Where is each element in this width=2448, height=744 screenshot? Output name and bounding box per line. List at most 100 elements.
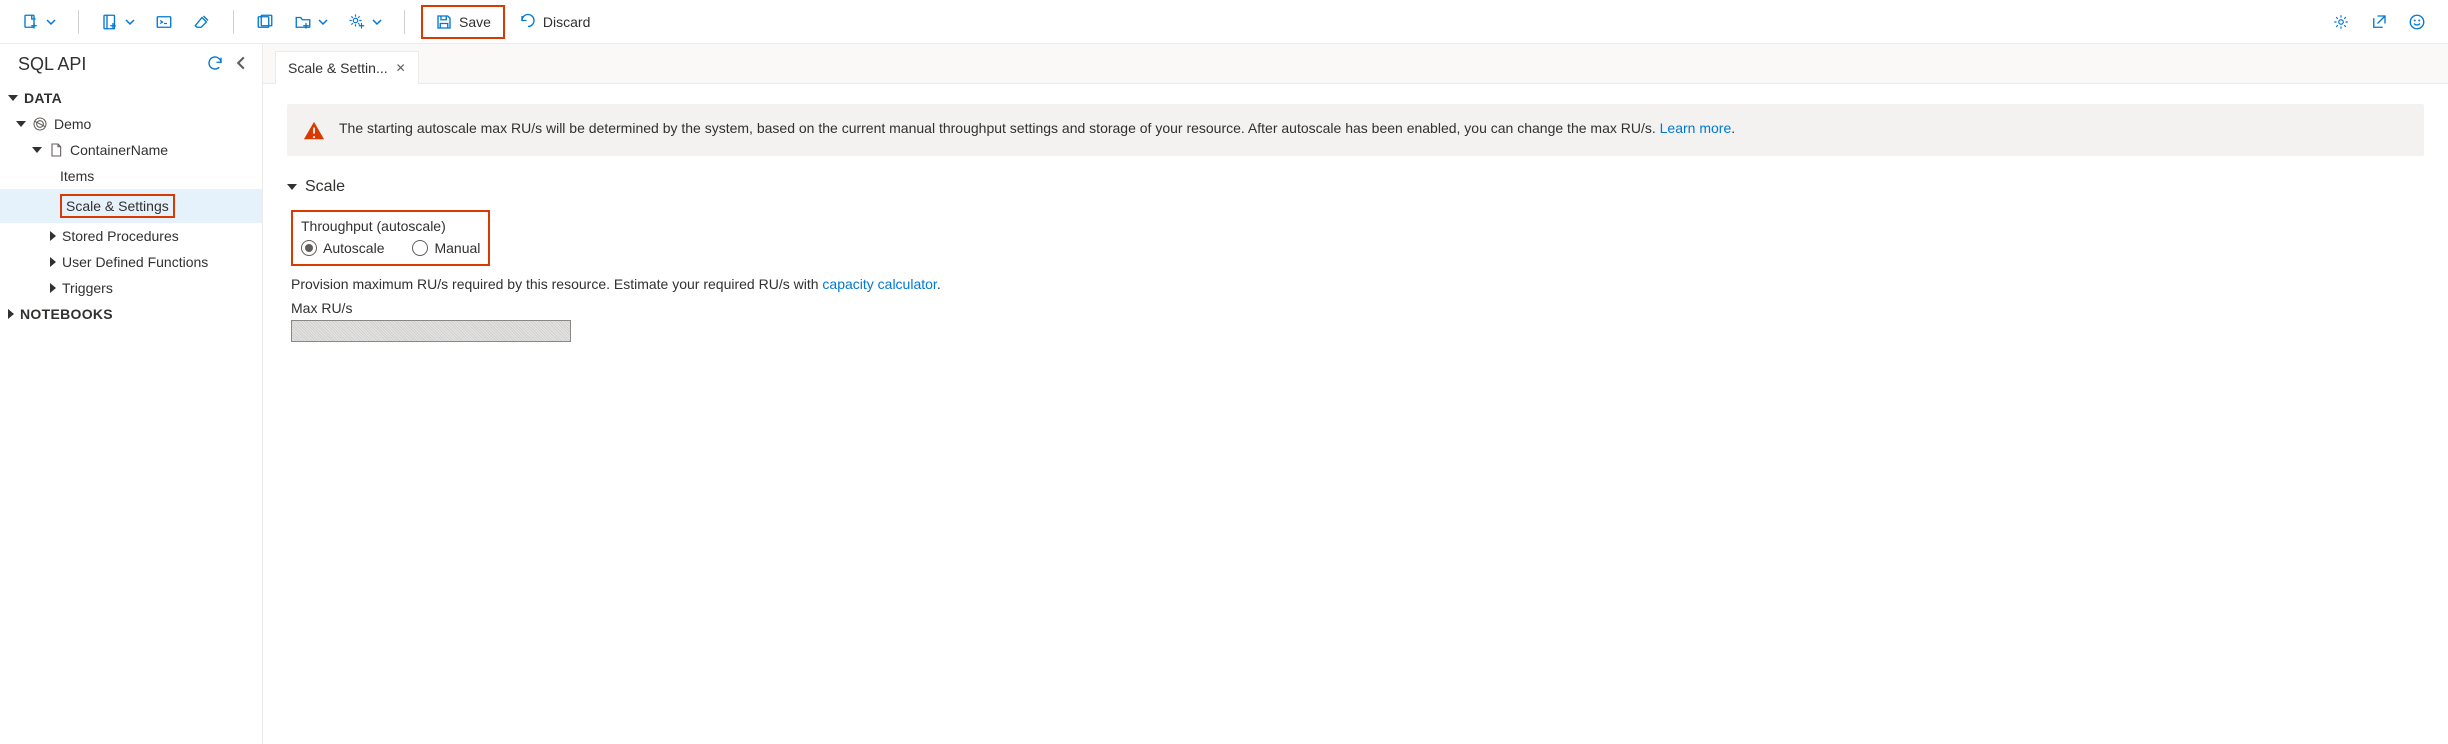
radio-icon (301, 240, 317, 256)
refresh-icon (206, 54, 224, 72)
save-label: Save (459, 14, 491, 30)
database-node[interactable]: Demo (0, 111, 262, 137)
radio-manual[interactable]: Manual (412, 240, 480, 256)
close-icon[interactable]: ✕ (396, 61, 406, 75)
notebooks-label: NOTEBOOKS (20, 306, 113, 322)
radio-manual-label: Manual (434, 240, 480, 256)
tab-label: Scale & Settin... (288, 60, 388, 76)
chevron-down-icon (318, 17, 328, 27)
new-database-button[interactable] (95, 9, 141, 35)
save-highlight: Save (421, 5, 505, 39)
folder-icon (294, 13, 312, 31)
desc-pre: Provision maximum RU/s required by this … (291, 276, 822, 292)
sp-label: Stored Procedures (62, 228, 179, 244)
scale-settings-node[interactable]: Scale & Settings (0, 189, 262, 223)
triggers-node[interactable]: Triggers (0, 275, 262, 301)
open-query-button[interactable] (149, 9, 179, 35)
caret-right-icon (50, 231, 56, 241)
sidebar: SQL API DATA Demo ContainerName (0, 44, 263, 744)
desc-post: . (937, 276, 941, 292)
popout-icon (2370, 13, 2388, 31)
popout-button[interactable] (2364, 9, 2394, 35)
resource-tree: DATA Demo ContainerName Items Scale & Se… (0, 85, 262, 744)
scale-header-label: Scale (305, 178, 345, 196)
info-banner: The starting autoscale max RU/s will be … (287, 104, 2424, 156)
gear-add-icon (348, 13, 366, 31)
discard-button[interactable]: Discard (513, 9, 596, 35)
separator (78, 10, 79, 34)
separator (233, 10, 234, 34)
save-button[interactable]: Save (429, 9, 497, 35)
document-icon (48, 142, 64, 158)
caret-down-icon (8, 95, 18, 101)
settings-button[interactable] (2326, 9, 2356, 35)
gear-icon (2332, 13, 2350, 31)
new-sql-query-button[interactable] (16, 9, 62, 35)
udf-node[interactable]: User Defined Functions (0, 249, 262, 275)
info-text: The starting autoscale max RU/s will be … (339, 118, 1735, 138)
caret-down-icon (32, 147, 42, 153)
new-item-icon (22, 13, 40, 31)
section-data[interactable]: DATA (0, 85, 262, 111)
items-label: Items (60, 168, 94, 184)
collapse-button[interactable] (232, 54, 250, 75)
main-area: SQL API DATA Demo ContainerName (0, 44, 2448, 744)
radio-icon (412, 240, 428, 256)
container-label: ContainerName (70, 142, 168, 158)
scale-section-header[interactable]: Scale (287, 178, 2424, 196)
items-node[interactable]: Items (0, 163, 262, 189)
radio-autoscale-label: Autoscale (323, 240, 384, 256)
chevron-left-icon (234, 56, 248, 70)
throughput-label: Throughput (autoscale) (301, 218, 480, 234)
discard-label: Discard (543, 14, 590, 30)
udf-label: User Defined Functions (62, 254, 208, 270)
chevron-down-icon (372, 17, 382, 27)
notebook-icon (101, 13, 119, 31)
sidebar-header: SQL API (0, 44, 262, 85)
stored-procedures-node[interactable]: Stored Procedures (0, 223, 262, 249)
caret-down-icon (16, 121, 26, 127)
max-rus-label: Max RU/s (291, 300, 2424, 316)
command-bar: Save Discard (0, 0, 2448, 44)
chevron-down-icon (46, 17, 56, 27)
radio-autoscale[interactable]: Autoscale (301, 240, 384, 256)
max-rus-input[interactable] (291, 320, 571, 342)
broom-icon (193, 13, 211, 31)
scale-settings-label: Scale & Settings (66, 198, 169, 214)
warning-icon (303, 120, 325, 142)
tab-scale-settings[interactable]: Scale & Settin... ✕ (275, 51, 419, 84)
section-label: DATA (24, 90, 62, 106)
provision-description: Provision maximum RU/s required by this … (291, 276, 2424, 292)
triggers-label: Triggers (62, 280, 113, 296)
refresh-button[interactable] (204, 52, 226, 77)
undo-icon (519, 13, 537, 31)
chevron-down-icon (125, 17, 135, 27)
separator (404, 10, 405, 34)
caret-right-icon (8, 309, 14, 319)
capacity-calculator-link[interactable]: capacity calculator (822, 276, 936, 292)
settings-gear-button[interactable] (342, 9, 388, 35)
content-area: Scale & Settin... ✕ The starting autosca… (263, 44, 2448, 744)
info-text-post: . (1731, 120, 1735, 136)
open-folder-button[interactable] (288, 9, 334, 35)
new-container-button[interactable] (250, 9, 280, 35)
save-icon (435, 13, 453, 31)
info-text-pre: The starting autoscale max RU/s will be … (339, 120, 1660, 136)
settings-panel: The starting autoscale max RU/s will be … (263, 84, 2448, 744)
throughput-highlight: Throughput (autoscale) Autoscale Manual (291, 210, 490, 266)
caret-right-icon (50, 283, 56, 293)
smile-icon (2408, 13, 2426, 31)
learn-more-link[interactable]: Learn more (1660, 120, 1732, 136)
section-notebooks[interactable]: NOTEBOOKS (0, 301, 262, 327)
database-label: Demo (54, 116, 91, 132)
caret-right-icon (50, 257, 56, 267)
clear-button[interactable] (187, 9, 217, 35)
container-node[interactable]: ContainerName (0, 137, 262, 163)
database-icon (32, 116, 48, 132)
feedback-button[interactable] (2402, 9, 2432, 35)
api-title: SQL API (12, 54, 198, 75)
container-icon (256, 13, 274, 31)
tab-bar: Scale & Settin... ✕ (263, 44, 2448, 84)
scale-settings-highlight: Scale & Settings (60, 194, 175, 218)
throughput-radio-group: Autoscale Manual (301, 240, 480, 256)
